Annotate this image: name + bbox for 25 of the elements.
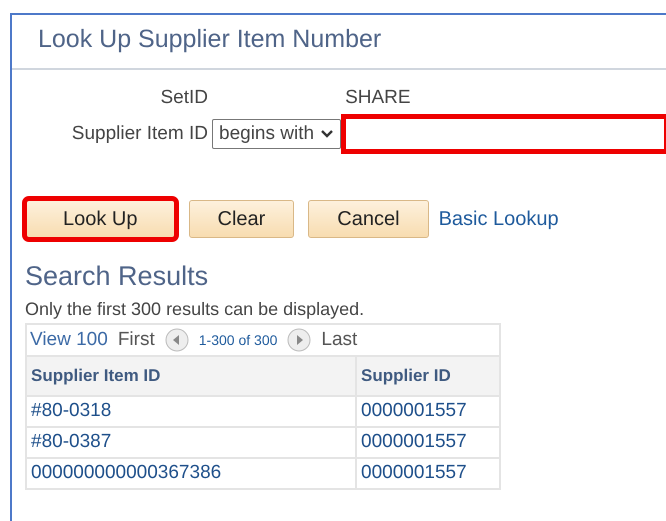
column-header: Supplier Item ID bbox=[26, 356, 356, 396]
table-cell[interactable]: 0000001557 bbox=[356, 396, 500, 428]
view-link[interactable]: View 100 bbox=[30, 330, 108, 351]
button[interactable]: Cancel bbox=[308, 200, 429, 238]
page-range: 1-300 of 300 bbox=[198, 332, 278, 348]
chevron-down-icon bbox=[320, 129, 334, 139]
link[interactable]: Basic Lookup bbox=[438, 204, 559, 234]
note-text: Only the first 300 results can be displayed. bbox=[25, 299, 364, 320]
table-cell[interactable]: 0000001557 bbox=[356, 427, 500, 458]
table-cell[interactable]: 0000001557 bbox=[356, 458, 500, 490]
window-title: Look Up Supplier Item Number bbox=[12, 15, 666, 70]
last-label: Last bbox=[321, 330, 358, 351]
column-header: Supplier ID bbox=[356, 356, 500, 396]
table-cell[interactable]: #80-0318 bbox=[26, 396, 356, 428]
field-label: Supplier Item ID bbox=[72, 122, 208, 144]
first-label: First bbox=[118, 330, 155, 351]
table-cell[interactable]: #80-0387 bbox=[26, 427, 356, 458]
next-icon[interactable] bbox=[287, 328, 312, 352]
field-value: SHARE bbox=[345, 86, 411, 108]
table-cell[interactable]: 000000000000367386 bbox=[26, 458, 356, 490]
field-label: SetID bbox=[160, 86, 208, 108]
section-heading: Search Results bbox=[25, 260, 210, 292]
operator-dropdown[interactable]: begins with bbox=[212, 119, 342, 149]
previous-icon[interactable] bbox=[164, 328, 189, 352]
button[interactable]: Clear bbox=[188, 200, 294, 238]
